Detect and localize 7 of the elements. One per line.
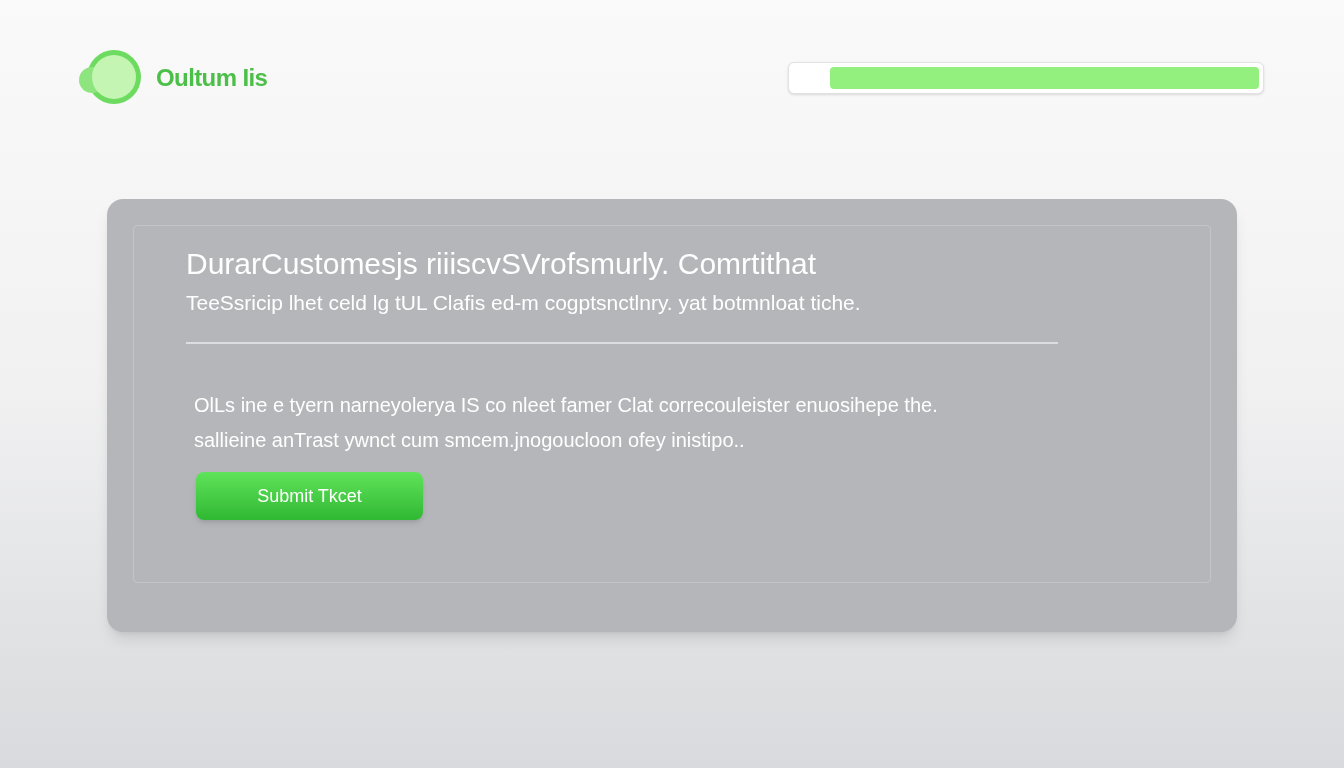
logo-icon <box>78 50 142 106</box>
submit-button[interactable]: Submit Tkcet <box>196 472 423 520</box>
card-subtitle: TeeSsricip lhet celd lg tUL Clafis ed-m cogptsnctlnry. yat botmnloat tiche. <box>186 290 862 316</box>
brand-name: Oultum Iis <box>156 63 268 93</box>
body-text: OlLs ine e tyern narneyolerya IS co nleet famer Clat correcouleister enuosihepe the. <box>194 393 938 418</box>
body-text: sallieine anTrast ywnct cum smcem.jnogoucloon ofey inistipo.. <box>194 428 745 453</box>
card-title: DurarCustomesjs riiiscvSVrofsmurly. Comrtithat <box>186 246 818 282</box>
